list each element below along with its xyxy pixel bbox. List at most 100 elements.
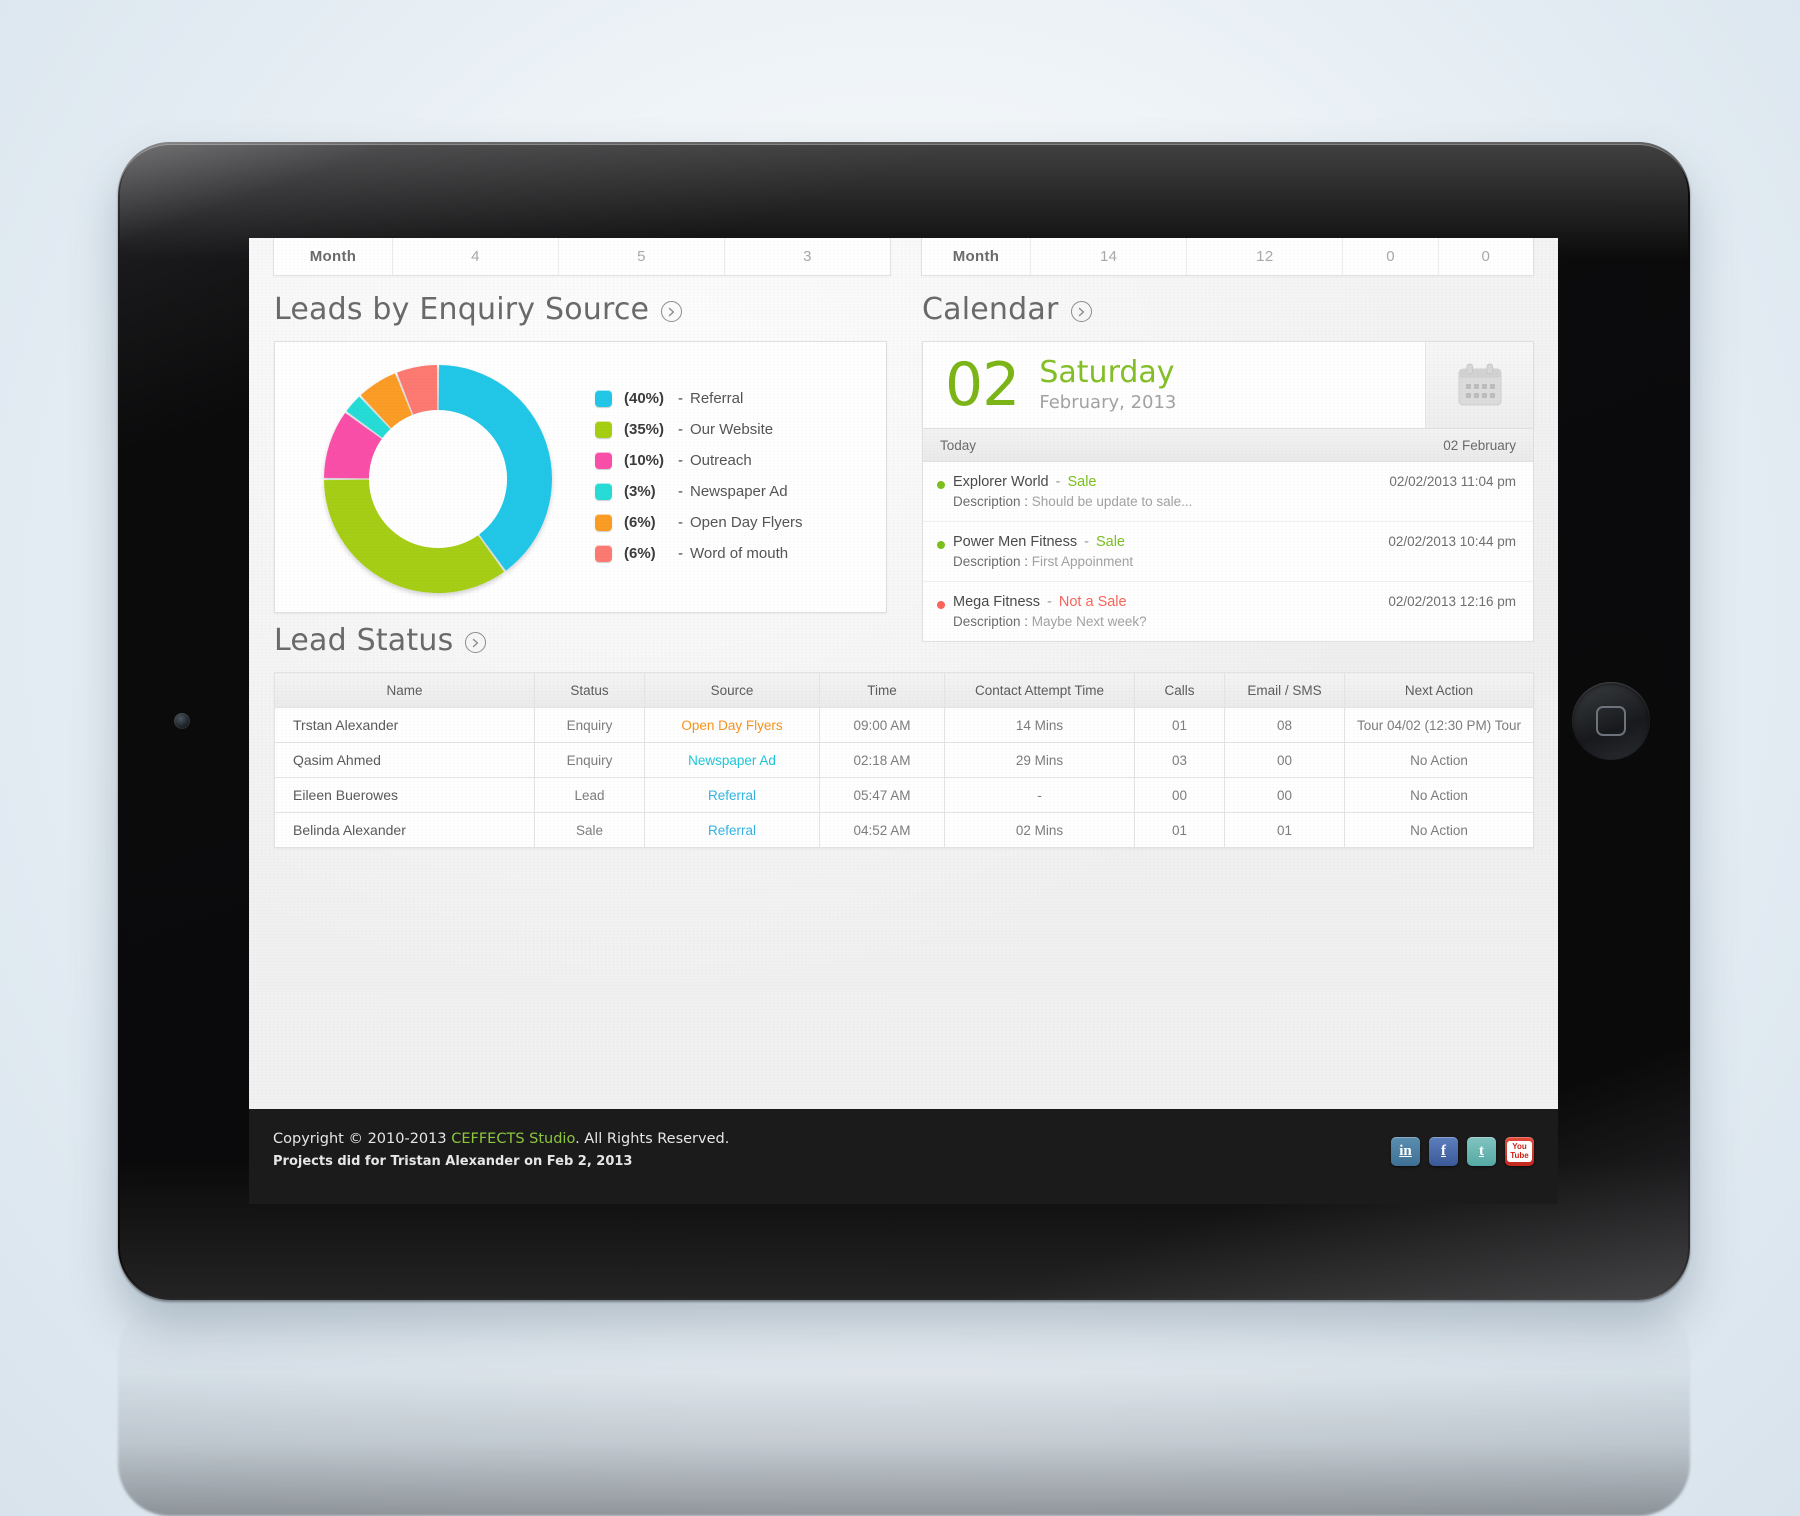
- event-status-dot-icon: [937, 541, 945, 549]
- cell-contact-attempt-time: -: [944, 777, 1135, 813]
- legend-dash: -: [678, 514, 683, 531]
- lead-status-heading: Lead Status: [274, 623, 487, 658]
- event-timestamp: 02/02/2013 11:04 pm: [1389, 474, 1516, 489]
- calendar-date-block: 02 Saturday February, 2013: [923, 342, 1425, 428]
- column-header-source[interactable]: Source: [644, 672, 820, 708]
- legend-label: Our Website: [690, 421, 774, 438]
- legend-percent: (6%): [624, 514, 656, 531]
- home-button[interactable]: [1572, 682, 1650, 760]
- calendar-event-item[interactable]: Explorer World - Sale Description : Should …: [923, 462, 1533, 521]
- cell-source[interactable]: Referral: [644, 812, 820, 848]
- cell-status: Enquiry: [534, 707, 645, 743]
- stat-strip-right: Month 14 12 0 0: [921, 238, 1534, 276]
- cell-contact-attempt-time: 29 Mins: [944, 742, 1135, 778]
- event-timestamp: 02/02/2013 10:44 pm: [1388, 534, 1516, 549]
- twitter-icon[interactable]: t: [1467, 1137, 1496, 1166]
- table-row[interactable]: Qasim Ahmed Enquiry Newspaper Ad 02:18 AM 29…: [274, 742, 1534, 778]
- legend-swatch-icon: [595, 390, 612, 407]
- column-header-status[interactable]: Status: [534, 672, 645, 708]
- donut-chart-svg: [324, 365, 552, 593]
- copyright-suffix: . All Rights Reserved.: [575, 1131, 730, 1147]
- twitter-glyph: t: [1479, 1143, 1484, 1159]
- column-header-email-sms[interactable]: Email / SMS: [1224, 672, 1345, 708]
- chevron-right-circle-icon[interactable]: [465, 632, 487, 653]
- legend-dash: -: [678, 390, 683, 407]
- cell-calls: 01: [1134, 707, 1225, 743]
- column-header-calls[interactable]: Calls: [1134, 672, 1225, 708]
- calendar-panel: 02 Saturday February, 2013 Today 02 Febr…: [922, 341, 1534, 642]
- legend-label: Referral: [690, 390, 744, 407]
- event-description: Description : Maybe Next week?: [953, 614, 1516, 629]
- tablet-screen: Month 4 5 3 Month 14 12 0 0 Leads by Enq…: [249, 238, 1558, 1204]
- legend-dash: -: [678, 483, 683, 500]
- column-header-name[interactable]: Name: [274, 672, 535, 708]
- youtube-icon[interactable]: You Tube: [1505, 1137, 1534, 1166]
- event-description-text: Maybe Next week?: [1031, 614, 1147, 629]
- event-separator: -: [1047, 594, 1052, 610]
- column-header-contact-attempt-time[interactable]: Contact Attempt Time: [944, 672, 1135, 708]
- cell-time: 09:00 AM: [819, 707, 945, 743]
- legend-percent: (10%): [624, 452, 665, 469]
- cell-email-sms: 08: [1224, 707, 1345, 743]
- event-status: Sale: [1095, 534, 1125, 550]
- chevron-right-circle-icon[interactable]: [1070, 301, 1092, 322]
- stat-strip-right-value-2: 12: [1186, 238, 1342, 275]
- chevron-right-circle-icon[interactable]: [661, 301, 683, 322]
- legend-percent: (35%): [624, 421, 665, 438]
- brand-link[interactable]: CEFFECTS Studio: [451, 1131, 575, 1147]
- leads-heading-label: Leads by Enquiry Source: [274, 292, 650, 327]
- cell-name: Trstan Alexander: [274, 707, 535, 743]
- table-row[interactable]: Trstan Alexander Enquiry Open Day Flyers 09…: [274, 707, 1534, 743]
- legend-swatch-icon: [595, 452, 612, 469]
- legend-item-outreach[interactable]: (10%) - Outreach: [595, 452, 803, 469]
- cell-next-action: No Action: [1344, 742, 1534, 778]
- calendar-subheader: Today 02 February: [922, 429, 1534, 462]
- legend-item-referral[interactable]: (40%) - Referral: [595, 390, 803, 407]
- facebook-icon[interactable]: f: [1429, 1137, 1458, 1166]
- copyright-line: Copyright © 2010-2013 CEFFECTS Studio. A…: [273, 1131, 729, 1147]
- event-title: Mega Fitness: [953, 594, 1041, 610]
- calendar-picker-button[interactable]: [1425, 342, 1533, 428]
- facebook-glyph: f: [1441, 1143, 1446, 1159]
- calendar-weekday: Saturday: [1039, 355, 1175, 391]
- cell-time: 05:47 AM: [819, 777, 945, 813]
- stat-strip-right-value-4: 0: [1437, 238, 1533, 275]
- column-header-next-action[interactable]: Next Action: [1344, 672, 1534, 708]
- calendar-subheader-today: Today: [940, 437, 977, 453]
- tablet-device: Month 4 5 3 Month 14 12 0 0 Leads by Enq…: [118, 142, 1690, 1300]
- legend-item-newspaper-ad[interactable]: (3%) - Newspaper Ad: [595, 483, 803, 500]
- column-header-time[interactable]: Time: [819, 672, 945, 708]
- stat-strip-left-value-3: 3: [724, 238, 890, 275]
- cell-calls: 03: [1134, 742, 1225, 778]
- stat-strip-left-value-1: 4: [392, 238, 558, 275]
- event-description-text: Should be update to sale...: [1031, 494, 1193, 509]
- projects-line: Projects did for Tristan Alexander on Fe…: [273, 1154, 633, 1169]
- lead-status-heading-label: Lead Status: [274, 623, 454, 658]
- cell-name: Belinda Alexander: [274, 812, 535, 848]
- table-row[interactable]: Eileen Buerowes Lead Referral 05:47 AM -00 00…: [274, 777, 1534, 813]
- donut-chart: [293, 350, 583, 608]
- lead-status-table-body: Trstan Alexander Enquiry Open Day Flyers 09…: [274, 707, 1534, 848]
- stat-strip-right-value-3: 0: [1342, 238, 1437, 275]
- legend-label: Newspaper Ad: [690, 483, 788, 500]
- table-row[interactable]: Belinda Alexander Sale Referral 04:52 AM 02 …: [274, 812, 1534, 848]
- cell-status: Enquiry: [534, 742, 645, 778]
- copyright-prefix: Copyright © 2010-2013: [273, 1131, 452, 1147]
- legend-item-word-of-mouth[interactable]: (6%) - Word of mouth: [595, 545, 803, 562]
- cell-source[interactable]: Referral: [644, 777, 820, 813]
- lead-status-table-head: Name Status Source Time Contact Attempt …: [274, 672, 1534, 708]
- calendar-event-item[interactable]: Mega Fitness - Not a Sale Description : May…: [923, 581, 1533, 641]
- event-status-dot-icon: [937, 601, 945, 609]
- legend-item-our-website[interactable]: (35%) - Our Website: [595, 421, 803, 438]
- stat-strip-right-value-1: 14: [1030, 238, 1186, 275]
- cell-source[interactable]: Newspaper Ad: [644, 742, 820, 778]
- legend-dash: -: [678, 545, 683, 562]
- calendar-event-item[interactable]: Power Men Fitness - Sale Description : Firs…: [923, 521, 1533, 581]
- cell-source[interactable]: Open Day Flyers: [644, 707, 820, 743]
- stat-strip-right-label: Month: [952, 248, 1000, 265]
- legend-item-open-day-flyers[interactable]: (6%) - Open Day Flyers: [595, 514, 803, 531]
- cell-next-action: No Action: [1344, 777, 1534, 813]
- event-description: Description : Should be update to sale..…: [953, 494, 1516, 509]
- cell-time: 02:18 AM: [819, 742, 945, 778]
- linkedin-icon[interactable]: in: [1391, 1137, 1420, 1166]
